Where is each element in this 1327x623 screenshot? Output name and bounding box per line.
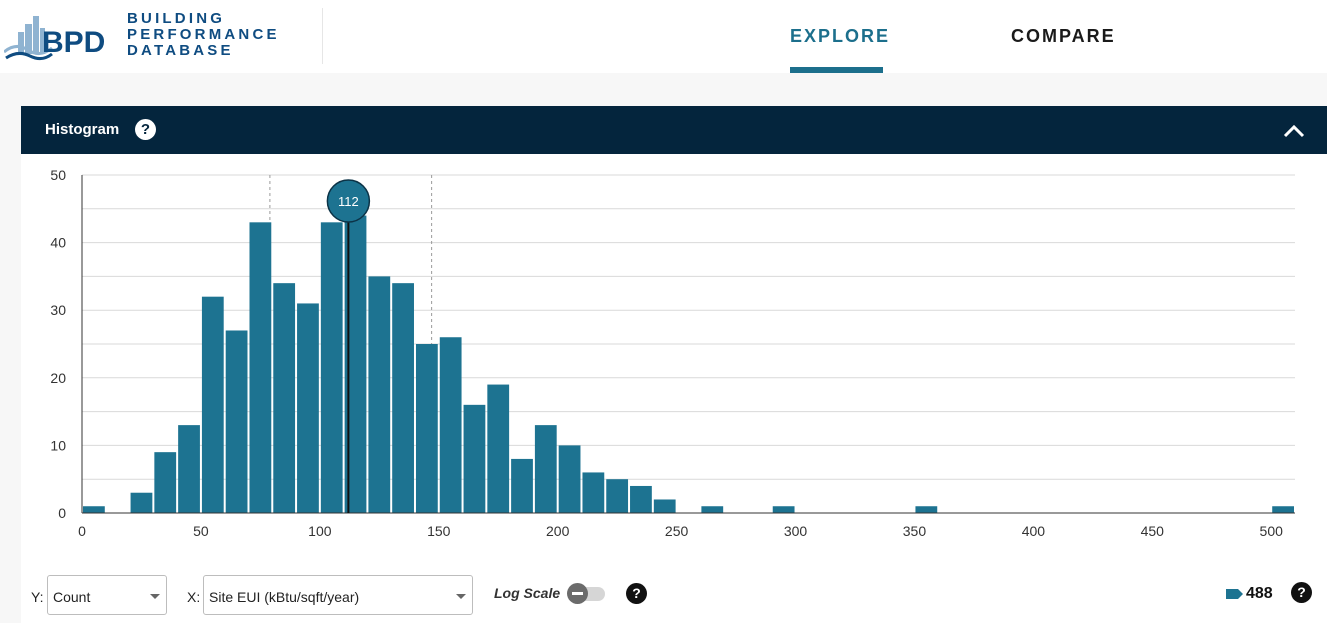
histogram-bar [225,330,248,513]
x-axis-label: X: [187,589,201,605]
x-tick-label: 50 [193,523,209,539]
x-tick-label: 450 [1141,523,1165,539]
histogram-bar [154,452,177,513]
x-tick-label: 200 [546,523,570,539]
y-tick-label: 20 [50,370,66,386]
histogram-bar [368,276,391,513]
y-tick-label: 40 [50,235,66,251]
y-axis-select[interactable]: Count [47,575,167,615]
histogram-bar [1272,506,1294,513]
x-tick-label: 100 [308,523,332,539]
histogram-bar [534,425,557,513]
x-tick-label: 400 [1022,523,1046,539]
histogram-bar [201,296,224,513]
histogram-bar [630,485,652,513]
histogram-bar [582,472,605,513]
histogram-bar [772,506,795,513]
histogram-bar [130,492,153,513]
log-scale-label: Log Scale [494,585,561,601]
y-axis-label: Y: [31,589,44,605]
count-help-icon[interactable]: ? [1291,582,1312,603]
x-axis-select[interactable]: Site EUI (kBtu/sqft/year) [203,575,473,615]
histogram-bar [487,384,510,513]
log-scale-toggle-knob[interactable] [567,583,588,604]
tag-icon [1226,589,1243,599]
histogram-bar [297,303,319,513]
histogram-bar [178,425,200,513]
y-tick-label: 50 [50,167,66,183]
histogram-bar [511,458,533,513]
median-label: 112 [338,194,359,209]
x-axis-select-value: Site EUI (kBtu/sqft/year) [209,589,360,605]
x-tick-label: 150 [427,523,451,539]
building-count: 488 [1246,585,1273,602]
y-tick-label: 10 [50,437,66,453]
histogram-bar [83,506,105,513]
histogram-bar [653,499,676,513]
x-tick-label: 250 [665,523,689,539]
histogram-bar [273,283,296,513]
histogram-bar [320,222,343,513]
histogram-bar [439,337,462,513]
y-tick-label: 30 [50,302,66,318]
x-tick-label: 0 [78,523,86,539]
x-tick-label: 300 [784,523,808,539]
histogram-bar [701,506,724,513]
y-tick-label: 0 [58,505,66,521]
histogram-chart: 010203040500 50 100 150 200 250 300 350 400 450 50… [50,167,1295,539]
histogram-bar [463,404,486,513]
histogram-bar [415,344,438,513]
x-tick-label: 500 [1260,523,1284,539]
histogram-bar [915,506,938,513]
histogram-bar [558,445,581,513]
histogram-bar [606,479,629,513]
x-tick-label: 350 [903,523,927,539]
y-axis-select-value: Count [53,589,91,605]
histogram-bar [392,283,414,513]
dropdown-caret-icon [456,594,466,599]
log-scale-help-icon[interactable]: ? [626,583,647,604]
histogram-bar [249,222,272,513]
dropdown-caret-icon [150,594,160,599]
